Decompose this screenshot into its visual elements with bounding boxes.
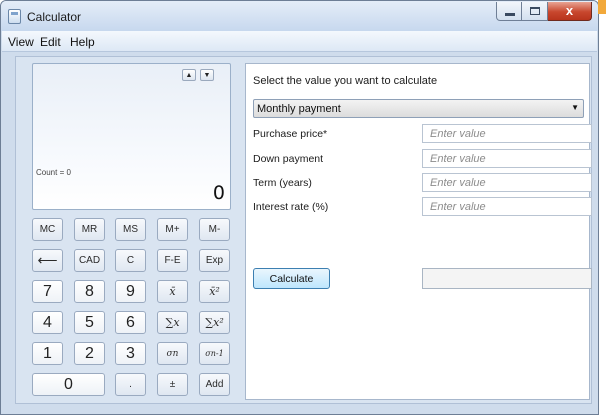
- purchase-price-input[interactable]: [422, 124, 592, 143]
- digit-3-key[interactable]: 3: [115, 342, 146, 365]
- calculate-button[interactable]: Calculate: [253, 268, 330, 289]
- term-input[interactable]: [422, 173, 592, 192]
- calculator-display: ▲ ▼ Count = 0 0: [32, 63, 231, 210]
- history-up-button[interactable]: ▲: [182, 69, 196, 81]
- down-payment-input[interactable]: [422, 149, 592, 168]
- window-title: Calculator: [27, 10, 82, 24]
- cad-key[interactable]: CAD: [74, 249, 105, 272]
- fe-key[interactable]: F-E: [157, 249, 188, 272]
- digit-7-key[interactable]: 7: [32, 280, 63, 303]
- menu-bar: View Edit Help: [2, 31, 597, 52]
- ms-key[interactable]: MS: [115, 218, 146, 241]
- result-field: [422, 268, 592, 289]
- digit-8-key[interactable]: 8: [74, 280, 105, 303]
- left-arrow-icon: ⟵: [37, 252, 58, 268]
- std-dev-key[interactable]: σn: [157, 342, 188, 365]
- menu-edit[interactable]: Edit: [40, 35, 61, 49]
- maximize-icon: [530, 7, 540, 15]
- interest-rate-label: Interest rate (%): [253, 201, 329, 213]
- clear-key[interactable]: C: [115, 249, 146, 272]
- minimize-button[interactable]: [496, 2, 522, 21]
- plus-minus-key[interactable]: ±: [157, 373, 188, 396]
- triangle-up-icon: ▲: [185, 72, 193, 79]
- sum-squares-key[interactable]: ∑x²: [199, 311, 230, 334]
- add-key[interactable]: Add: [199, 373, 230, 396]
- m-plus-key[interactable]: M+: [157, 218, 188, 241]
- digit-2-key[interactable]: 2: [74, 342, 105, 365]
- interest-rate-input[interactable]: [422, 197, 592, 216]
- mr-key[interactable]: MR: [74, 218, 105, 241]
- term-label: Term (years): [253, 177, 312, 189]
- calculation-select[interactable]: Monthly payment ▼: [253, 99, 584, 118]
- backspace-key[interactable]: ⟵: [32, 249, 63, 272]
- sum-key[interactable]: ∑x: [157, 311, 188, 334]
- purchase-price-label: Purchase price*: [253, 128, 328, 140]
- sample-std-dev-key[interactable]: σn-1: [199, 342, 230, 365]
- mean-squares-key[interactable]: x̄²: [199, 280, 230, 303]
- select-prompt: Select the value you want to calculate: [253, 75, 438, 87]
- display-value: 0: [212, 182, 225, 204]
- chevron-down-icon: ▼: [571, 103, 579, 112]
- window-controls: x: [496, 2, 592, 21]
- mean-key[interactable]: x̄: [157, 280, 188, 303]
- m-minus-key[interactable]: M-: [199, 218, 230, 241]
- worksheet-panel: Select the value you want to calculate M…: [245, 63, 592, 400]
- digit-0-key[interactable]: 0: [32, 373, 105, 396]
- digit-5-key[interactable]: 5: [74, 311, 105, 334]
- digit-6-key[interactable]: 6: [115, 311, 146, 334]
- close-icon: x: [565, 3, 574, 18]
- orange-marker: [598, 0, 606, 14]
- decimal-key[interactable]: .: [115, 373, 146, 396]
- menu-view[interactable]: View: [8, 35, 34, 49]
- close-button[interactable]: x: [548, 2, 592, 21]
- digit-9-key[interactable]: 9: [115, 280, 146, 303]
- selected-calculation: Monthly payment: [257, 103, 341, 115]
- exp-key[interactable]: Exp: [199, 249, 230, 272]
- count-label: Count = 0: [36, 168, 71, 177]
- calculator-window: Calculator x View Edit Help ▲ ▼ Count = …: [0, 0, 599, 415]
- maximize-button[interactable]: [522, 2, 548, 21]
- calculator-body: ▲ ▼ Count = 0 0 MC MR MS M+ M- ⟵ CAD C F…: [15, 56, 592, 404]
- triangle-down-icon: ▼: [203, 72, 211, 79]
- minimize-icon: [505, 13, 515, 16]
- down-payment-label: Down payment: [253, 153, 324, 165]
- title-bar[interactable]: Calculator x: [1, 1, 598, 31]
- mc-key[interactable]: MC: [32, 218, 63, 241]
- calculator-icon: [8, 9, 21, 24]
- history-down-button[interactable]: ▼: [200, 69, 214, 81]
- digit-1-key[interactable]: 1: [32, 342, 63, 365]
- menu-help[interactable]: Help: [70, 35, 95, 49]
- digit-4-key[interactable]: 4: [32, 311, 63, 334]
